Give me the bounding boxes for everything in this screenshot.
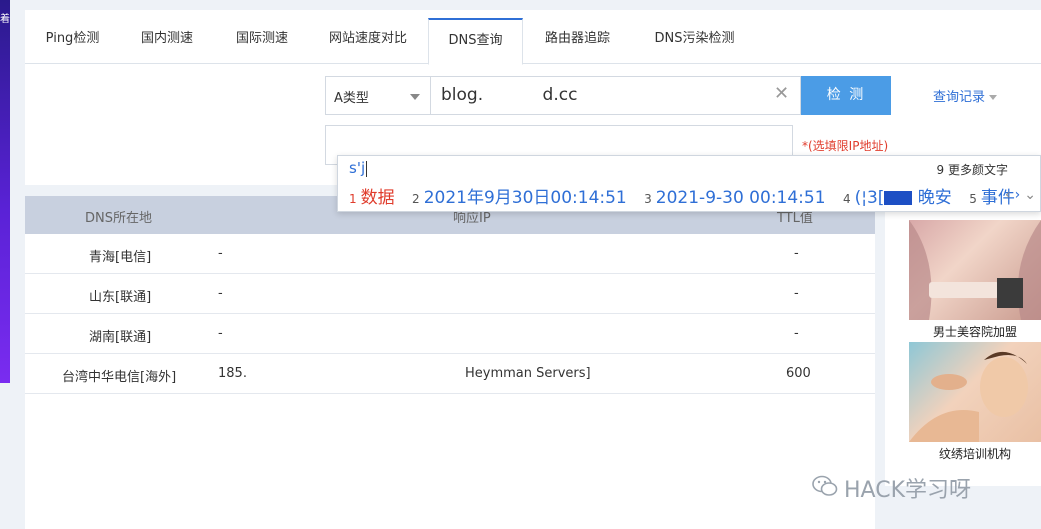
table-row: 山东[联通] - -	[25, 274, 875, 314]
ime-navigation: ‹ › ⌄	[1005, 187, 1036, 203]
tab-dns-query[interactable]: DNS查询	[428, 18, 523, 65]
row-ip: -	[218, 326, 223, 341]
tab-ping[interactable]: Ping检测	[35, 18, 110, 64]
chevron-right-icon[interactable]: ›	[1015, 187, 1021, 203]
spa-room-illustration	[909, 220, 1041, 320]
sidebar-glyph: 着	[0, 14, 10, 25]
ime-candidates: 1 数据 2 2021年9月30日00:14:51 3 2021-9-30 00:14…	[349, 183, 1027, 208]
row-ttl: -	[794, 326, 799, 341]
ad-image[interactable]	[909, 220, 1041, 320]
row-ip: -	[218, 286, 223, 301]
ime-candidate-popup: s'j 9 更多颜文字 1 数据 2 2021年9月30日00:14:51 3 202…	[337, 155, 1041, 212]
chevron-left-icon[interactable]: ‹	[1005, 187, 1011, 203]
query-history-link[interactable]: 查询记录	[933, 86, 998, 105]
table-row: 台湾中华电信[海外] 185. Heymman Servers] 600	[25, 354, 875, 394]
tab-traceroute[interactable]: 路由器追踪	[535, 18, 620, 64]
check-button[interactable]: 检 测	[801, 76, 891, 115]
highlight-block	[884, 191, 913, 205]
row-ip-extra: Heymman Servers]	[465, 366, 591, 381]
record-type-value: A类型	[334, 91, 369, 106]
watermark: HACK学习呀	[812, 472, 971, 504]
ime-candidate[interactable]: 1 数据	[349, 183, 395, 208]
close-icon[interactable]: ✕	[774, 85, 790, 103]
left-sidebar-strip: 着	[0, 0, 10, 383]
domain-input[interactable]: blog. d.cc ✕	[430, 76, 801, 115]
wechat-icon	[812, 475, 838, 503]
table-row: 青海[电信] - -	[25, 234, 875, 274]
table-row: 湖南[联通] - -	[25, 314, 875, 354]
record-type-select[interactable]: A类型	[325, 76, 431, 115]
chevron-down-icon[interactable]: ⌄	[1024, 187, 1036, 203]
header-location: DNS所在地	[85, 211, 152, 226]
ime-candidate[interactable]: 4 (¦3[ 晚安	[843, 183, 952, 208]
ime-more-emoticons[interactable]: 9 更多颜文字	[937, 161, 1008, 178]
ad-sidebar: 男士美容院加盟 纹绣培训机构	[885, 196, 1041, 486]
row-location: 山东[联通]	[89, 290, 152, 305]
tab-domestic-speed[interactable]: 国内测速	[127, 18, 207, 64]
tab-site-compare[interactable]: 网站速度对比	[318, 18, 418, 64]
ad-label[interactable]: 纹绣培训机构	[909, 445, 1041, 462]
row-ttl: -	[794, 246, 799, 261]
row-location: 青海[电信]	[89, 250, 152, 265]
results-table: DNS所在地 响应IP TTL值 青海[电信] - - 山东[联通] - - 湖…	[25, 196, 875, 529]
watermark-text: HACK学习呀	[844, 478, 971, 503]
query-history-label: 查询记录	[933, 90, 986, 105]
ime-candidate[interactable]: 3 2021-9-30 00:14:51	[644, 188, 825, 208]
row-ttl: -	[794, 286, 799, 301]
ime-composition: s'j	[349, 159, 368, 177]
ad-image[interactable]	[909, 342, 1041, 442]
massage-illustration	[909, 351, 1028, 442]
ime-candidate[interactable]: 2 2021年9月30日00:14:51	[412, 183, 627, 208]
ime-composition-text: s'j	[349, 159, 366, 177]
tab-intl-speed[interactable]: 国际测速	[222, 18, 302, 64]
row-ip: -	[218, 246, 223, 261]
row-ip: 185.	[218, 366, 247, 381]
ip-hint: *(选填限IP地址)	[802, 139, 889, 153]
row-ttl: 600	[786, 366, 811, 381]
row-location: 台湾中华电信[海外]	[62, 370, 177, 385]
domain-value: blog. d.cc	[441, 85, 578, 105]
row-location: 湖南[联通]	[89, 330, 152, 345]
tab-bar: Ping检测 国内测速 国际测速 网站速度对比 DNS查询 路由器追踪 DNS污…	[25, 18, 1041, 65]
tab-dns-pollution[interactable]: DNS污染检测	[642, 18, 747, 64]
ad-label[interactable]: 男士美容院加盟	[909, 323, 1041, 340]
chevron-down-icon	[410, 94, 420, 100]
chevron-down-icon	[989, 95, 998, 100]
text-cursor	[366, 160, 368, 177]
